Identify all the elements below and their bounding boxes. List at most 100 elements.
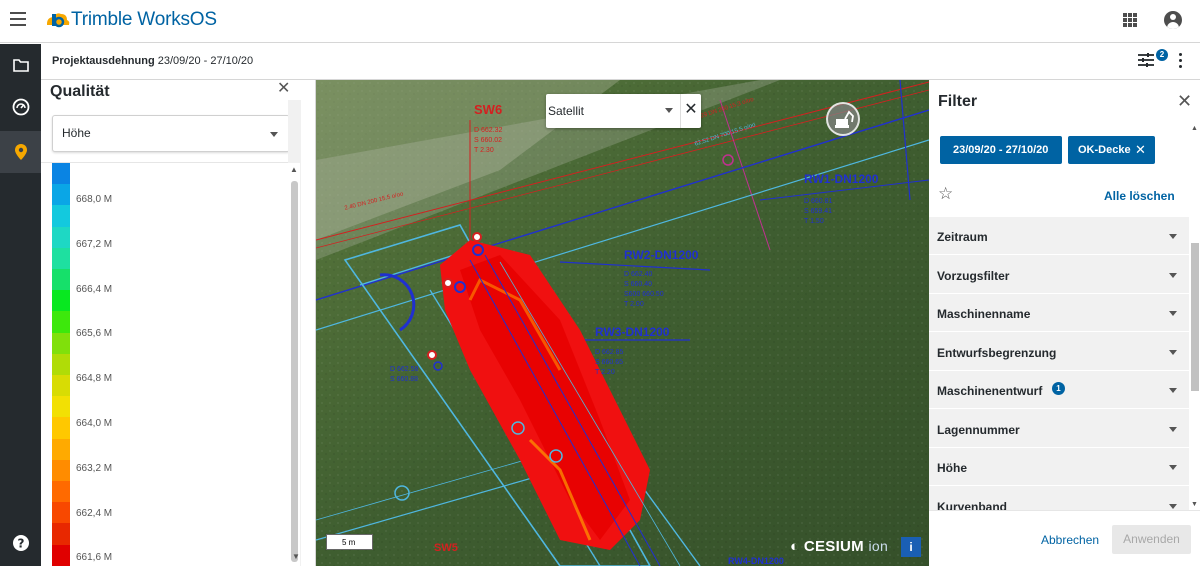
filter-row-vorzugsfilter[interactable]: Vorzugsfilter [929,256,1189,294]
rw2-s-value: S 660.40 [624,281,653,288]
close-icon[interactable]: ✕ [277,80,290,98]
hamburger-menu-icon[interactable] [10,12,26,26]
nav-help[interactable]: ? [0,522,41,564]
color-ramp-segment [52,353,70,376]
scroll-up-icon[interactable]: ▲ [1191,125,1198,132]
elevation-scale: 668,0 M 667,2 M 666,4 M 665,6 M 664,8 M 664,0… [41,163,288,566]
filter-row-zeitraum[interactable]: Zeitraum [929,217,1189,255]
chevron-down-icon [1169,349,1177,355]
filter-row-h-he[interactable]: Höhe [929,448,1189,486]
scroll-down-icon[interactable]: ▼ [292,552,300,561]
scale-label: 661,6 M [76,552,113,564]
scroll-down-icon[interactable]: ▼ [1191,501,1198,508]
filter-row-label: Zeitraum [937,230,988,244]
chevron-down-icon [1169,426,1177,432]
filter-panel-footer: Abbrechen Anwenden [929,510,1200,566]
color-ramp-segment [52,163,70,185]
logo[interactable]: Trimble WorksOS [44,9,217,31]
scale-label: 664,0 M [76,418,113,429]
filter-row-label: Maschinenname [937,307,1031,321]
rw3-d-value: D 662.85 [595,349,624,356]
project-date-range: 23/09/20 - 27/10/20 [157,55,254,67]
map-label-sw6-details: D 662.32 S 660.02 T 2.30 [474,126,502,156]
basemap-select[interactable]: Satellit ✕ [546,94,701,128]
chevron-down-icon [1169,388,1177,393]
chevron-down-icon [1169,234,1177,239]
close-icon[interactable]: ✕ [680,94,701,128]
color-ramp-segment [52,184,70,206]
rw1-s-value: S 659.41 [804,208,833,215]
basemap-select-value: Satellit [548,104,585,118]
filter-row-label: Maschinenentwurf [937,384,1043,398]
nav-projects[interactable] [0,44,41,86]
filter-row-kurvenband[interactable]: Kurvenband [929,487,1189,511]
filter-chip-date-range[interactable]: 23/09/20 - 27/10/20 [940,136,1062,164]
cesium-label: CESIUM [803,538,864,555]
filter-row-maschinenentwurf[interactable]: Maschinenentwurf 1 [929,371,1189,409]
clear-all-link[interactable]: Alle löschen [1104,189,1175,203]
scale-bar-label: 5 m [342,538,356,547]
left-s-value: S 660.88 [390,376,419,383]
sw6-s-value: S 660.02 [474,137,503,144]
star-icon[interactable]: ☆ [938,184,953,204]
color-ramp-segment [52,502,70,524]
filter-row-label: Kurvenband [937,499,1008,511]
scale-label: 666,4 M [76,283,113,295]
chevron-down-icon [1169,311,1177,316]
color-ramp-segment [52,205,70,227]
filter-row-badge: 1 [1052,382,1065,395]
legend-scale-scrollbar[interactable] [288,163,300,566]
filter-row-maschinenname[interactable]: Maschinenname [929,294,1189,332]
project-extent: Projektausdehnung 23/09/20 - 27/10/20 [52,55,253,67]
color-ramp-segment [52,459,70,482]
color-ramp-segment [52,438,70,460]
excavator-machine-icon[interactable] [826,102,860,136]
color-ramp-segment [52,332,70,354]
dashboard-gauge-icon [12,98,29,116]
apps-grid-icon[interactable] [1123,13,1137,27]
map-label-rw1: RW1-DN1200 [804,172,879,186]
scale-label: 665,6 M [76,328,113,340]
project-extent-label: Projektausdehnung [52,55,155,67]
apply-button[interactable]: Anwenden [1112,525,1191,554]
legend-layer-select[interactable]: Höhe [52,115,290,152]
map-label-rw2-details: D 662.40 S 660.40 S600 660.50 T 2.00 [624,270,664,310]
app-title: Trimble WorksOS [71,9,217,30]
nav-map[interactable] [0,131,41,173]
filter-row-entwurfsbegrenzung[interactable]: Entwurfsbegrenzung [929,333,1189,371]
cesium-logo-icon: ◐ [790,538,800,555]
map-viewport[interactable]: SW6 D 662.32 S 660.02 T 2.30 RW1-DN1200 … [316,80,929,566]
info-button[interactable]: i [901,537,921,557]
map-label-sw5: SW5 [434,542,458,554]
filter-chip-ok-decke[interactable]: OK-Decke ✕ [1068,136,1155,164]
chevron-down-icon [1169,272,1177,278]
color-ramp-segment [52,226,70,248]
account-circle-icon[interactable] [1164,11,1182,29]
filter-category-list: Zeitraum Vorzugsfilter Maschinenname Entwur… [929,217,1189,510]
map-label-rw3: RW3-DN1200 [595,325,670,339]
rw2-d-value: D 662.40 [624,271,653,278]
left-navigation: ? [0,44,41,566]
map-pin-icon [14,144,27,160]
help-icon: ? [12,535,29,551]
map-label-rw4: RW4-DN1200 [728,556,784,566]
close-icon[interactable]: ✕ [1177,91,1192,112]
cesium-ion-label: ion [868,538,889,554]
color-ramp-segment [52,481,70,503]
color-ramp-segment [52,269,70,291]
filter-row-lagennummer[interactable]: Lagennummer [929,410,1189,448]
filter-panel-scrollbar[interactable]: ▲ ▼ [1189,125,1200,510]
scroll-up-icon[interactable]: ▲ [290,165,298,174]
cancel-button[interactable]: Abbrechen [1041,533,1099,547]
filter-toggle-button[interactable] [1137,52,1157,70]
cesium-ion-attribution[interactable]: ◐ CESIUM ion [790,538,888,555]
more-options-icon[interactable] [1179,53,1183,69]
folder-icon [12,58,29,72]
map-canvas[interactable] [316,80,929,566]
map-scale-bar: 5 m [326,534,373,550]
rw1-d-value: D 660.81 [804,198,833,205]
nav-dashboard[interactable] [0,86,41,128]
remove-chip-icon[interactable]: ✕ [1135,136,1146,164]
top-app-bar: Trimble WorksOS [0,0,1200,43]
map-label-rw1-details: D 660.81 S 659.41 T 1.50 [804,197,832,227]
